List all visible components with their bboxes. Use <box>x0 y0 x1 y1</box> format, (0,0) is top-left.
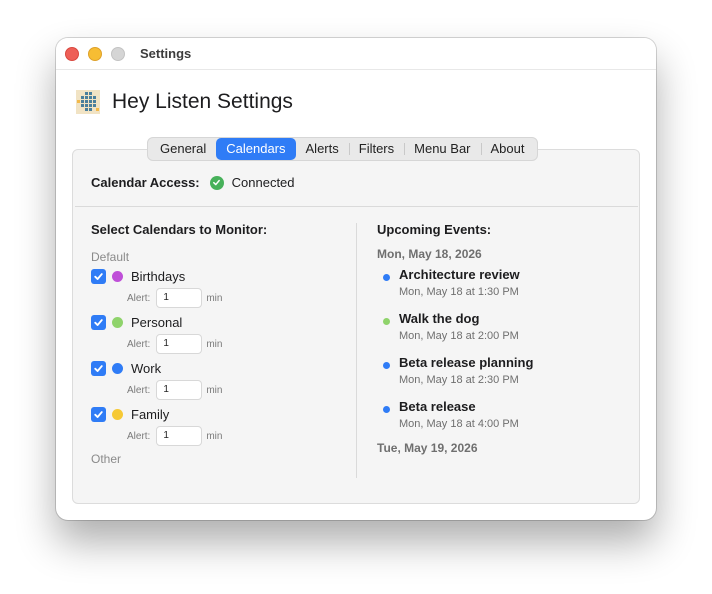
alert-unit: min <box>206 292 223 304</box>
calendar-group-label: Default <box>91 250 130 264</box>
tab-alerts[interactable]: Alerts <box>296 139 349 159</box>
alert-unit: min <box>206 384 223 396</box>
event-color-dot <box>383 318 390 325</box>
calendar-name: Birthdays <box>131 269 186 284</box>
calendar-name: Work <box>131 361 162 376</box>
alert-label: Alert: <box>127 384 151 396</box>
calendar-color-dot <box>112 317 123 328</box>
calendar-item-birthdays: Birthdays Alert: 1 min <box>91 264 341 310</box>
title-bar: Settings <box>56 38 656 70</box>
event-time: Mon, May 18 at 1:30 PM <box>399 286 519 298</box>
event-time: Mon, May 18 at 4:00 PM <box>399 418 519 430</box>
alert-unit: min <box>206 338 223 350</box>
column-divider <box>356 223 357 478</box>
tab-menu-bar[interactable]: Menu Bar <box>404 139 480 159</box>
upcoming-events-heading: Upcoming Events: <box>377 222 492 237</box>
app-title: Hey Listen Settings <box>112 90 293 113</box>
close-button[interactable] <box>65 47 79 61</box>
event-item[interactable]: Beta release planning Mon, May 18 at 2:3… <box>377 349 627 393</box>
alert-label: Alert: <box>127 430 151 442</box>
calendar-group-label: Other <box>91 452 122 466</box>
section-divider <box>75 206 638 207</box>
calendar-item-family: Family Alert: 1 min <box>91 402 341 448</box>
minimize-button[interactable] <box>88 47 102 61</box>
event-time: Mon, May 18 at 2:00 PM <box>399 330 519 342</box>
tab-general[interactable]: General <box>150 139 216 159</box>
birthdays-checkbox[interactable] <box>91 269 106 284</box>
calendars-panel: Calendar Access: Connected Select Calend… <box>72 149 640 504</box>
connected-check-icon <box>209 175 224 190</box>
calendar-access-status: Connected <box>231 175 295 190</box>
calendar-name: Personal <box>131 315 183 330</box>
calendar-color-dot <box>112 271 123 282</box>
alert-unit: min <box>206 430 223 442</box>
event-title: Architecture review <box>399 267 520 282</box>
personal-checkbox[interactable] <box>91 315 106 330</box>
calendar-access-row: Calendar Access: Connected <box>91 175 295 190</box>
alert-label: Alert: <box>127 292 151 304</box>
settings-tab-bar: General Calendars Alerts Filters Menu Ba… <box>147 137 538 161</box>
zoom-button[interactable] <box>111 47 125 61</box>
work-checkbox[interactable] <box>91 361 106 376</box>
alert-minutes-field[interactable]: 1 <box>156 380 203 400</box>
calendar-access-label: Calendar Access: <box>91 175 200 190</box>
event-item[interactable]: Architecture review Mon, May 18 at 1:30 … <box>377 261 627 305</box>
calendar-item-work: Work Alert: 1 min <box>91 356 341 402</box>
event-time: Mon, May 18 at 2:30 PM <box>399 374 519 386</box>
event-color-dot <box>383 274 390 281</box>
event-item[interactable]: Beta release Mon, May 18 at 4:00 PM <box>377 393 627 437</box>
event-title: Beta release <box>399 399 476 414</box>
event-date-header: Mon, May 18, 2026 <box>377 247 482 261</box>
calendar-item-personal: Personal Alert: 1 min <box>91 310 341 356</box>
tab-filters[interactable]: Filters <box>348 139 404 159</box>
event-date-header: Tue, May 19, 2026 <box>377 441 478 455</box>
alert-minutes-field[interactable]: 1 <box>156 334 203 354</box>
window-title: Settings <box>140 46 192 61</box>
select-calendars-heading: Select Calendars to Monitor: <box>91 222 268 237</box>
upcoming-events-column[interactable]: Upcoming Events: Mon, May 18, 2026 Archi… <box>377 222 627 480</box>
calendar-color-dot <box>112 409 123 420</box>
alert-minutes-field[interactable]: 1 <box>156 426 203 446</box>
calendar-name: Family <box>131 407 170 422</box>
tab-calendars[interactable]: Calendars <box>216 138 296 160</box>
settings-window: Settings Hey Listen Settings Calendar Ac… <box>56 38 656 520</box>
event-color-dot <box>383 406 390 413</box>
alert-minutes-field[interactable]: 1 <box>156 288 203 308</box>
event-title: Beta release planning <box>399 355 534 370</box>
calendar-selection-column: Select Calendars to Monitor: Default Bir… <box>91 222 341 466</box>
family-checkbox[interactable] <box>91 407 106 422</box>
tab-about[interactable]: About <box>480 139 535 159</box>
calendar-color-dot <box>112 363 123 374</box>
event-item[interactable]: Walk the dog Mon, May 18 at 2:00 PM <box>377 305 627 349</box>
event-title: Walk the dog <box>399 311 480 326</box>
event-color-dot <box>383 362 390 369</box>
alert-label: Alert: <box>127 338 151 350</box>
app-grid-icon <box>76 90 100 114</box>
